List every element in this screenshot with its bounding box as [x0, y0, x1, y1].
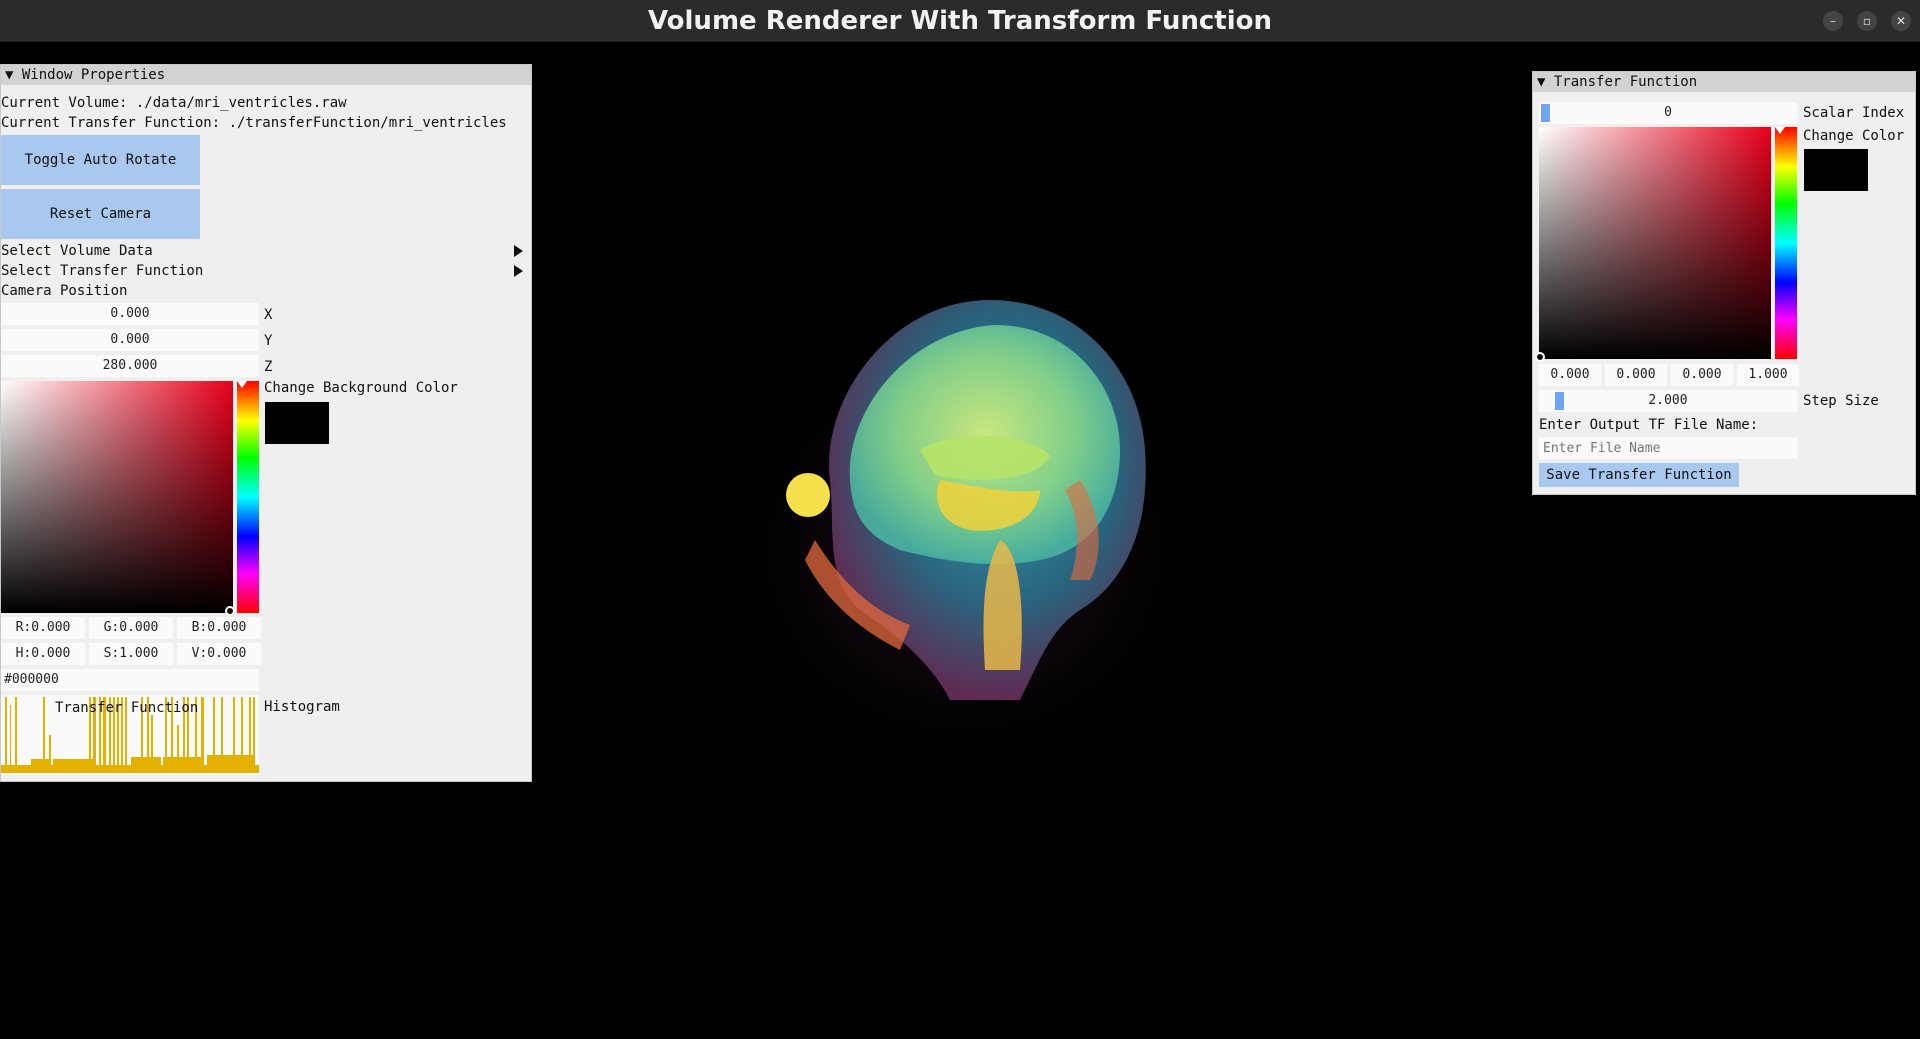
background-saturation-value-picker[interactable] [1, 381, 233, 613]
submenu-arrow-icon[interactable] [514, 245, 523, 257]
volume-render-view[interactable] [720, 280, 1200, 740]
background-hue-bar[interactable] [237, 381, 259, 613]
window-properties-header[interactable]: ▼ Window Properties [1, 65, 531, 85]
reset-camera-button[interactable]: Reset Camera [1, 189, 200, 239]
transfer-function-header[interactable]: ▼ Transfer Function [1533, 72, 1915, 92]
title-bar: Volume Renderer With Transform Function … [0, 0, 1920, 42]
scalar-index-grab[interactable] [1541, 104, 1550, 122]
background-color-swatch[interactable] [265, 402, 329, 444]
step-size-value: 2.000 [1648, 393, 1688, 408]
green-channel-input[interactable]: G:0.000 [89, 617, 173, 639]
brain-volume-render [735, 300, 1195, 740]
hex-color-input[interactable]: #000000 [1, 669, 259, 691]
save-transfer-function-button[interactable]: Save Transfer Function [1539, 463, 1739, 487]
tf-red-input[interactable]: 0.000 [1539, 364, 1601, 386]
background-color-label: Change Background Color [264, 380, 458, 396]
step-size-grab[interactable] [1555, 392, 1564, 410]
camera-z-label: Z [264, 359, 273, 375]
close-icon[interactable]: ✕ [1891, 11, 1911, 31]
minimize-icon[interactable]: – [1823, 11, 1843, 31]
histogram-label: Histogram [264, 699, 340, 715]
camera-y-label: Y [264, 333, 273, 349]
saturation-input[interactable]: S:1.000 [89, 643, 173, 665]
scalar-index-label: Scalar Index [1803, 105, 1905, 121]
scalar-index-value: 0 [1664, 105, 1672, 120]
tf-saturation-value-picker[interactable] [1539, 127, 1771, 359]
current-transfer-function-text: Current Transfer Function: ./transferFun… [1, 115, 507, 131]
restore-icon[interactable]: ▫ [1857, 11, 1877, 31]
tf-blue-input[interactable]: 0.000 [1671, 364, 1733, 386]
camera-x-value: 0.000 [110, 306, 150, 321]
tf-green-input[interactable]: 0.000 [1605, 364, 1667, 386]
output-file-name-input[interactable] [1539, 437, 1797, 459]
camera-z-value: 280.000 [102, 358, 158, 373]
tf-sv-picker-knob[interactable] [1535, 352, 1545, 362]
histogram-plot: Transfer Function [1, 695, 259, 775]
transfer-function-panel: ▼ Transfer Function 0 Scalar Index Chang… [1532, 71, 1916, 495]
hue-caret-icon[interactable] [237, 381, 247, 388]
select-transfer-function-menu[interactable]: Select Transfer Function [1, 262, 203, 280]
output-tf-file-label: Enter Output TF File Name: [1539, 417, 1759, 433]
window-title: Volume Renderer With Transform Function [647, 6, 1273, 36]
camera-x-input[interactable]: 0.000 [1, 303, 259, 325]
sv-picker-knob[interactable] [225, 606, 235, 616]
window-properties-title: Window Properties [21, 67, 166, 83]
step-size-label: Step Size [1803, 393, 1879, 409]
camera-y-input[interactable]: 0.000 [1, 329, 259, 351]
tf-hue-caret-icon[interactable] [1775, 127, 1785, 134]
value-input[interactable]: V:0.000 [177, 643, 261, 665]
tf-color-swatch[interactable] [1804, 149, 1868, 191]
histogram-overlay-text: Transfer Function [55, 700, 199, 716]
select-volume-data-menu[interactable]: Select Volume Data [1, 242, 153, 260]
tf-alpha-input[interactable]: 1.000 [1737, 364, 1799, 386]
collapse-triangle-icon[interactable]: ▼ [5, 67, 13, 83]
scalar-index-slider[interactable]: 0 [1539, 102, 1797, 124]
current-volume-text: Current Volume: ./data/mri_ventricles.ra… [1, 95, 347, 111]
camera-x-label: X [264, 307, 273, 323]
camera-z-input[interactable]: 280.000 [1, 355, 259, 377]
hue-input[interactable]: H:0.000 [1, 643, 85, 665]
collapse-triangle-icon[interactable]: ▼ [1537, 74, 1545, 90]
toggle-auto-rotate-button[interactable]: Toggle Auto Rotate [1, 135, 200, 185]
camera-position-label: Camera Position [1, 283, 128, 299]
window-properties-panel: ▼ Window Properties Current Volume: ./da… [0, 64, 532, 782]
camera-y-value: 0.000 [110, 332, 150, 347]
red-channel-input[interactable]: R:0.000 [1, 617, 85, 639]
step-size-slider[interactable]: 2.000 [1539, 390, 1797, 412]
blue-channel-input[interactable]: B:0.000 [177, 617, 261, 639]
change-color-label: Change Color [1803, 128, 1905, 144]
tf-hue-bar[interactable] [1775, 127, 1797, 359]
transfer-function-title: Transfer Function [1553, 74, 1698, 90]
submenu-arrow-icon[interactable] [514, 265, 523, 277]
